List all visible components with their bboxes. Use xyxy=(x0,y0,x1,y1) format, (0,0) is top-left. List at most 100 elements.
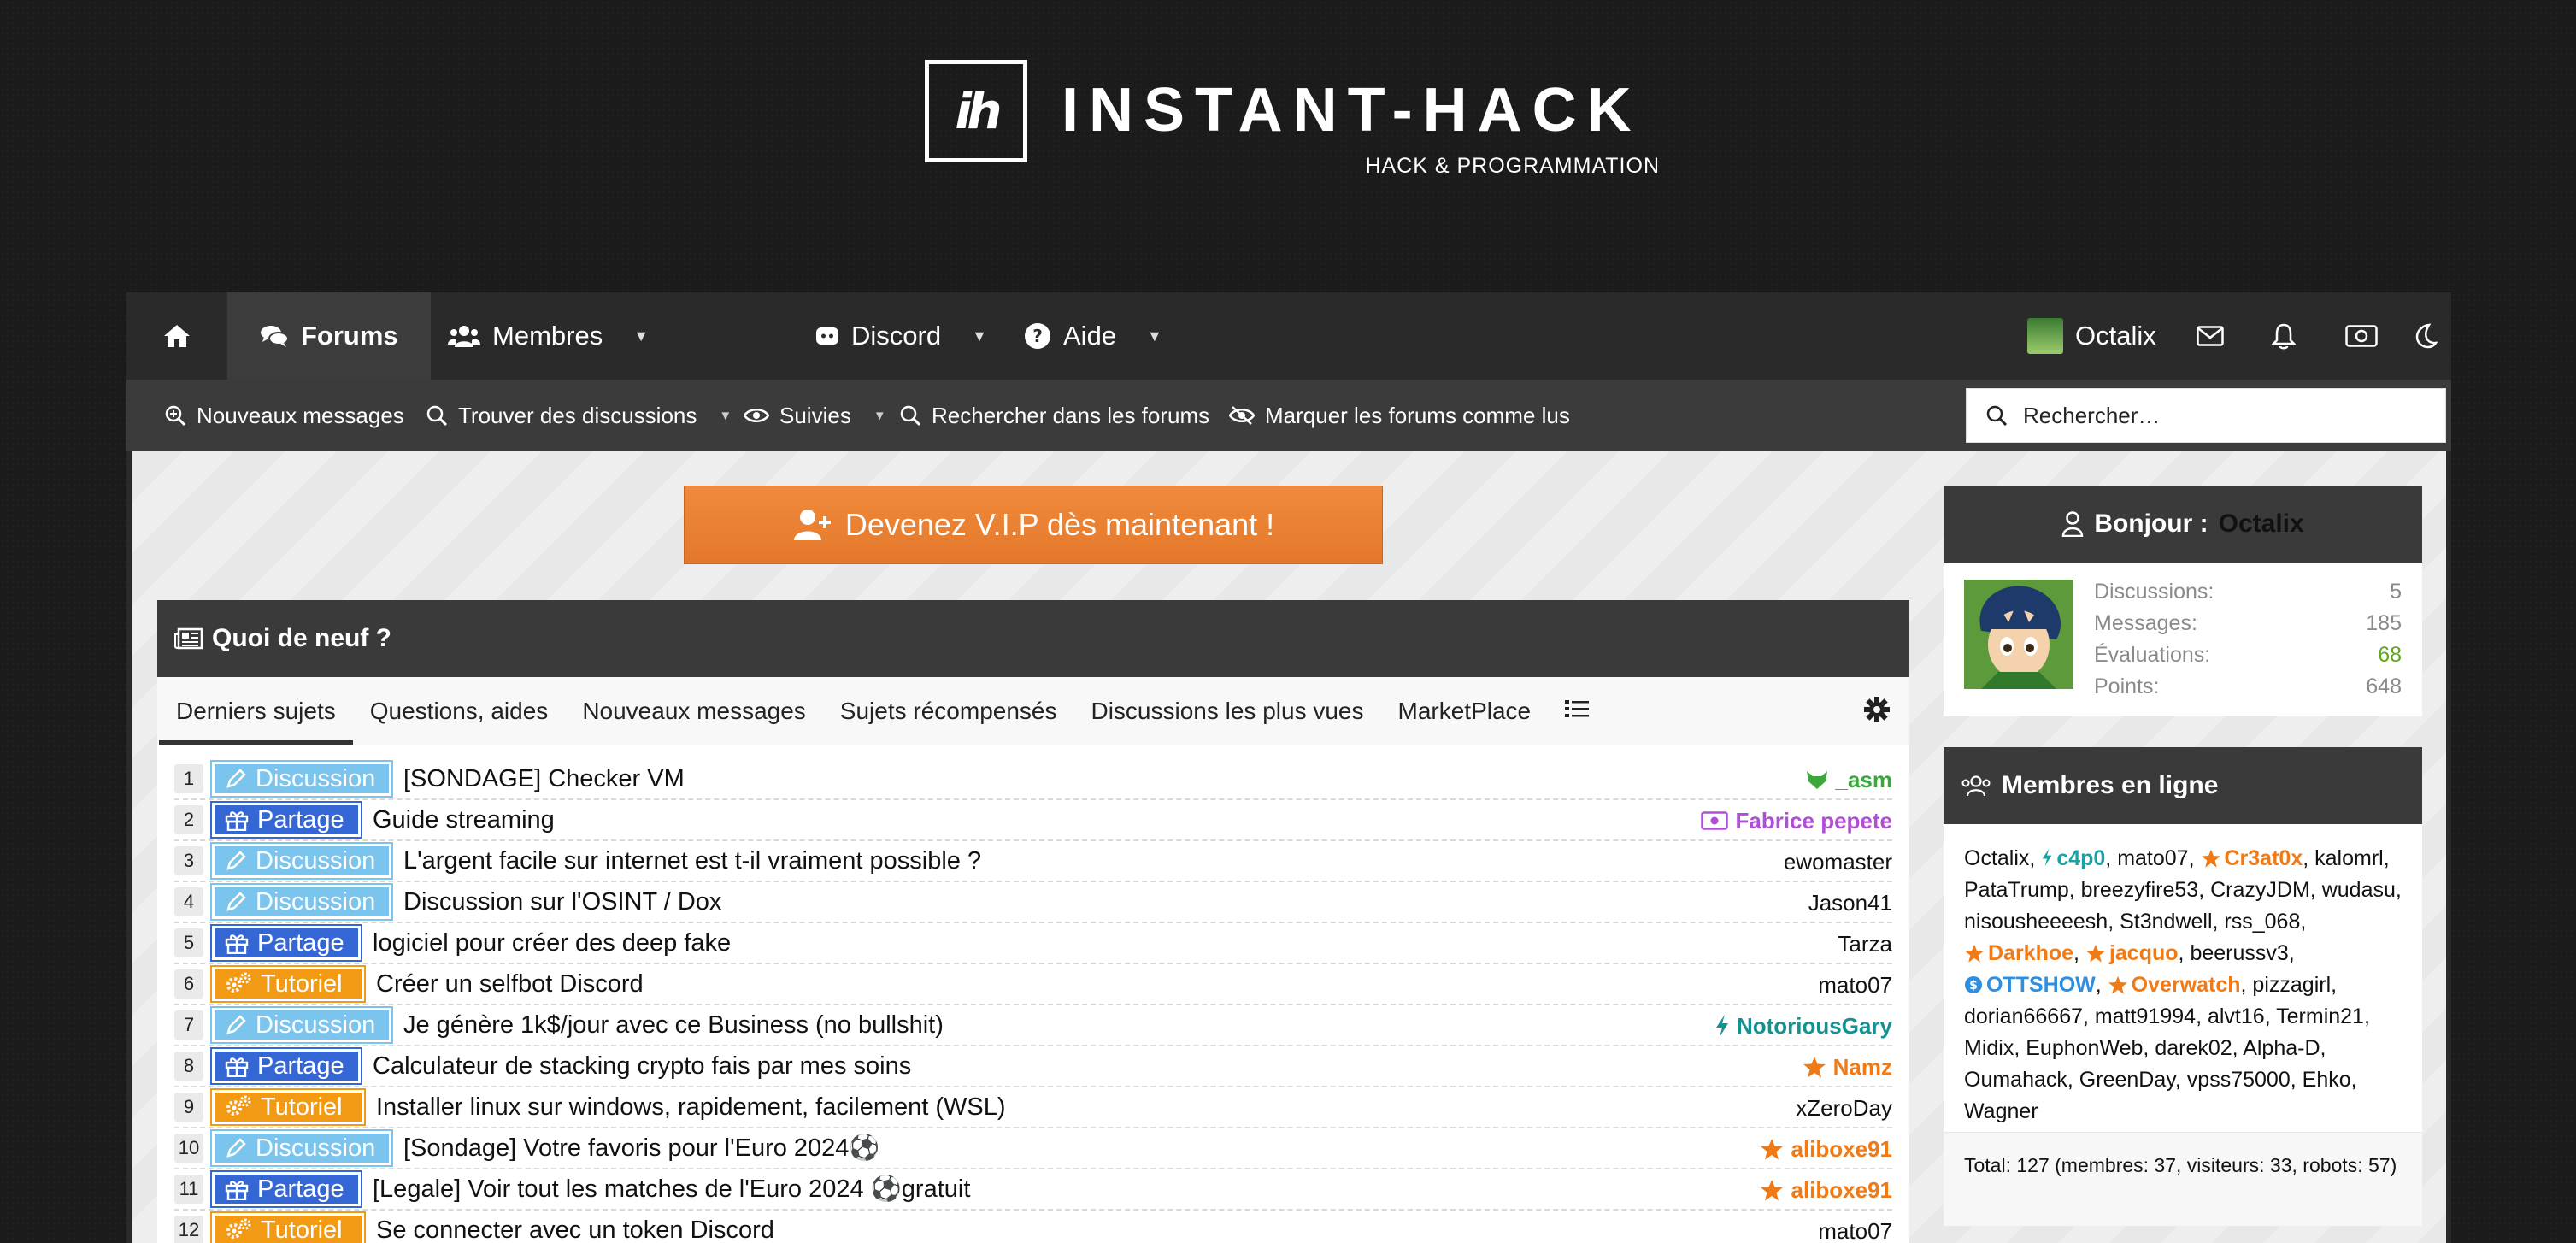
nav-theme-toggle[interactable] xyxy=(2397,292,2455,380)
thread-title[interactable]: Installer linux sur windows, rapidement,… xyxy=(376,1093,1006,1122)
nav-account[interactable]: Octalix xyxy=(2007,292,2177,380)
subnav-find-threads[interactable]: Trouver des discussions ▼ xyxy=(426,380,732,451)
thread-author[interactable]: Jason41 xyxy=(1808,882,1892,923)
online-member[interactable]: St3ndwell xyxy=(2120,910,2212,934)
online-member[interactable]: kalomrl xyxy=(2314,846,2384,870)
thread-prefix-partage[interactable]: Partage xyxy=(210,1047,362,1085)
search-input[interactable] xyxy=(2023,402,2416,429)
online-member[interactable]: GreenDay xyxy=(2079,1068,2175,1092)
online-member[interactable]: rss_068 xyxy=(2224,910,2300,934)
tab-questions[interactable]: Questions, aides xyxy=(353,698,566,745)
thread-prefix-discussion[interactable]: Discussion xyxy=(210,760,393,798)
thread-author[interactable]: _asm xyxy=(1805,759,1892,800)
tab-new-posts[interactable]: Nouveaux messages xyxy=(565,698,822,745)
thread-author[interactable]: NotoriousGary xyxy=(1714,1005,1892,1046)
chevron-down-icon[interactable]: ▼ xyxy=(719,409,732,423)
gear-icon[interactable] xyxy=(1863,696,1891,723)
online-member[interactable]: breezyfire53 xyxy=(2081,878,2199,902)
tab-marketplace[interactable]: MarketPlace xyxy=(1381,698,1549,745)
online-member[interactable]: alvt16 xyxy=(2208,1004,2265,1028)
thread-title[interactable]: Créer un selfbot Discord xyxy=(376,970,644,999)
online-member[interactable]: wudasu xyxy=(2322,878,2396,902)
nav-money[interactable] xyxy=(2323,292,2400,380)
thread-title[interactable]: Discussion sur l'OSINT / Dox xyxy=(403,888,721,916)
online-member[interactable]: Overwatch xyxy=(2108,973,2241,997)
thread-prefix-discussion[interactable]: Discussion xyxy=(210,1129,393,1167)
nav-membres[interactable]: Membres ▼ xyxy=(415,292,681,380)
thread-prefix-discussion[interactable]: Discussion xyxy=(210,1006,393,1044)
thread-prefix-partage[interactable]: Partage xyxy=(210,924,362,962)
thread-author[interactable]: mato07 xyxy=(1818,1211,1892,1243)
online-member[interactable]: vpss75000 xyxy=(2187,1068,2291,1092)
tab-rewarded[interactable]: Sujets récompensés xyxy=(823,698,1074,745)
subnav-mark-read[interactable]: Marquer les forums comme lus xyxy=(1229,380,1570,451)
online-member[interactable]: mato07 xyxy=(2117,846,2188,870)
tab-list[interactable] xyxy=(1548,698,1608,745)
online-member[interactable]: darek02 xyxy=(2155,1036,2232,1060)
online-member[interactable]: Wagner xyxy=(1964,1099,2038,1123)
nav-conversations[interactable] xyxy=(2174,292,2246,380)
thread-title[interactable]: Guide streaming xyxy=(373,806,555,834)
tab-most-viewed[interactable]: Discussions les plus vues xyxy=(1073,698,1380,745)
thread-author[interactable]: xZeroDay xyxy=(1796,1087,1892,1128)
chevron-down-icon[interactable]: ▼ xyxy=(873,409,886,423)
thread-author[interactable]: aliboxe91 xyxy=(1760,1169,1892,1211)
online-member[interactable]: Midix xyxy=(1964,1036,2014,1060)
online-member[interactable]: jacquo xyxy=(2085,941,2179,965)
thread-prefix-partage[interactable]: Partage xyxy=(210,1170,362,1208)
subnav-watched[interactable]: Suivies ▼ xyxy=(744,380,886,451)
thread-prefix-tutoriel[interactable]: Tutoriel xyxy=(210,1088,366,1126)
online-member[interactable]: Alpha-D xyxy=(2243,1036,2320,1060)
thread-title[interactable]: Calculateur de stacking crypto fais par … xyxy=(373,1052,911,1081)
thread-title[interactable]: Se connecter avec un token Discord xyxy=(376,1216,774,1243)
online-member[interactable]: EuphonWeb xyxy=(2026,1036,2143,1060)
greeting-username[interactable]: Octalix xyxy=(2219,510,2304,539)
online-member[interactable]: nisousheeeesh xyxy=(1964,910,2108,934)
thread-prefix-discussion[interactable]: Discussion xyxy=(210,842,393,880)
chevron-down-icon[interactable]: ▼ xyxy=(972,327,987,345)
online-member[interactable]: c4p0 xyxy=(2041,846,2105,870)
online-member[interactable]: dorian66667 xyxy=(1964,1004,2083,1028)
thread-prefix-discussion[interactable]: Discussion xyxy=(210,883,393,921)
nav-forums[interactable]: Forums xyxy=(227,292,431,380)
search-box[interactable] xyxy=(1966,388,2446,443)
avatar[interactable] xyxy=(1964,580,2073,689)
online-member[interactable]: beerussv3 xyxy=(2190,941,2288,965)
online-member[interactable]: Octalix xyxy=(1964,846,2029,870)
thread-author[interactable]: mato07 xyxy=(1818,964,1892,1005)
online-member[interactable]: Darkhoe xyxy=(1964,941,2073,965)
nav-aide[interactable]: ? Aide ▼ xyxy=(991,292,1195,380)
online-member[interactable]: Ehko xyxy=(2303,1068,2351,1092)
online-member[interactable]: $ OTTSHOW xyxy=(1964,973,2096,997)
chevron-down-icon[interactable]: ▼ xyxy=(633,327,649,345)
online-member[interactable]: Termin21 xyxy=(2276,1004,2364,1028)
chevron-down-icon[interactable]: ▼ xyxy=(1147,327,1162,345)
thread-prefix-tutoriel[interactable]: Tutoriel xyxy=(210,1211,366,1243)
thread-author[interactable]: Tarza xyxy=(1838,923,1892,964)
site-logo[interactable]: ih INSTANT-HACK HACK & PROGRAMMATION xyxy=(925,60,1660,188)
nav-alerts[interactable] xyxy=(2250,292,2318,380)
thread-title[interactable]: [Legale] Voir tout les matches de l'Euro… xyxy=(373,1175,970,1204)
online-member[interactable]: CrazyJDM xyxy=(2210,878,2310,902)
vip-button[interactable]: Devenez V.I.P dès maintenant ! xyxy=(684,486,1383,564)
thread-title[interactable]: [Sondage] Votre favoris pour l'Euro 2024… xyxy=(403,1134,880,1163)
tab-latest-threads[interactable]: Derniers sujets xyxy=(159,698,353,745)
thread-title[interactable]: L'argent facile sur internet est t-il vr… xyxy=(403,847,981,875)
online-member[interactable]: matt91994 xyxy=(2095,1004,2196,1028)
online-member[interactable]: Cr3at0x xyxy=(2201,846,2303,870)
thread-author[interactable]: ewomaster xyxy=(1784,841,1892,882)
subnav-search-forums[interactable]: Rechercher dans les forums xyxy=(899,380,1209,451)
online-member[interactable]: pizzagirl xyxy=(2252,973,2331,997)
online-member[interactable]: Oumahack xyxy=(1964,1068,2067,1092)
thread-author[interactable]: Fabrice pepete xyxy=(1701,800,1892,841)
thread-title[interactable]: logiciel pour créer des deep fake xyxy=(373,929,731,957)
thread-prefix-tutoriel[interactable]: Tutoriel xyxy=(210,965,366,1003)
online-member[interactable]: PataTrump xyxy=(1964,878,2069,902)
subnav-new-messages[interactable]: Nouveaux messages xyxy=(164,380,404,451)
thread-title[interactable]: Je génère 1k$/jour avec ce Business (no … xyxy=(403,1011,944,1040)
thread-prefix-partage[interactable]: Partage xyxy=(210,801,362,839)
thread-author[interactable]: Namz xyxy=(1803,1046,1892,1087)
thread-title[interactable]: [SONDAGE] Checker VM xyxy=(403,765,685,793)
thread-author[interactable]: aliboxe91 xyxy=(1760,1128,1892,1169)
nav-discord[interactable]: Discord ▼ xyxy=(783,292,1020,380)
